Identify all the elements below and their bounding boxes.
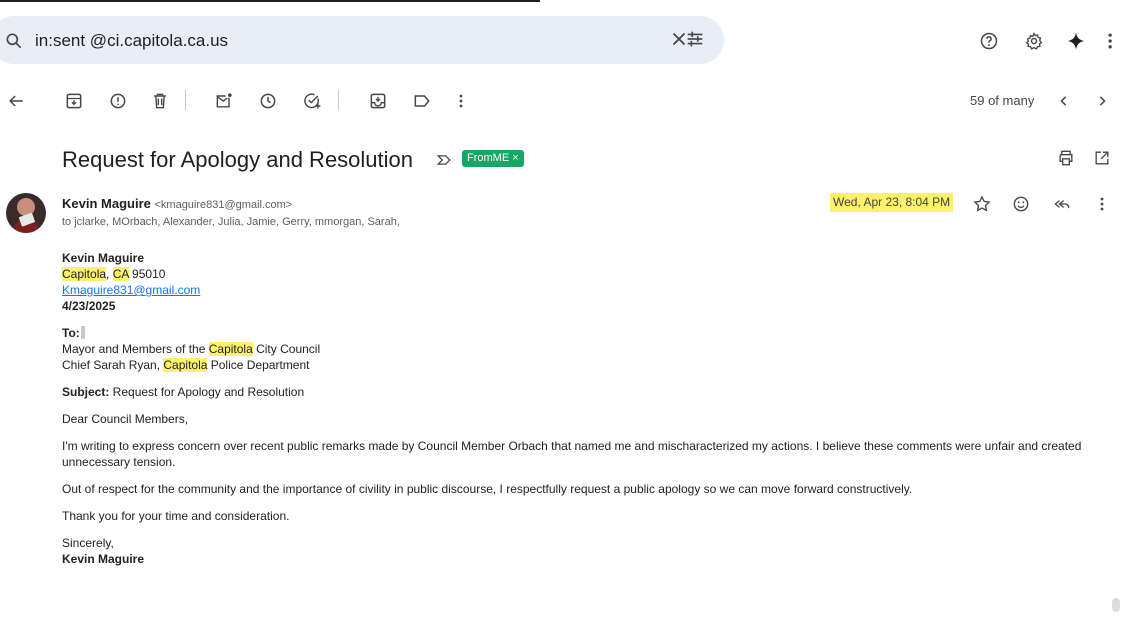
to-line1-a: Mayor and Members of the: [62, 342, 209, 356]
chevron-right-icon[interactable]: [1090, 89, 1114, 113]
emoji-reaction-icon[interactable]: [1009, 192, 1033, 216]
avatar[interactable]: [6, 193, 46, 233]
city-highlight: Capitola: [62, 267, 107, 281]
search-icon[interactable]: [4, 31, 24, 51]
move-to-icon[interactable]: [366, 89, 390, 113]
to-line2-a: Chief Sarah Ryan,: [62, 358, 164, 372]
to-line2-highlight: Capitola: [163, 358, 208, 372]
mark-unread-icon[interactable]: [212, 89, 236, 113]
apps-grid-icon[interactable]: [1104, 29, 1121, 53]
label-icon[interactable]: [410, 89, 434, 113]
gear-icon[interactable]: [1022, 29, 1046, 53]
print-icon[interactable]: [1054, 146, 1078, 170]
email-subject: Request for Apology and Resolution: [62, 147, 414, 172]
star-icon[interactable]: [970, 192, 994, 216]
state-highlight: CA: [112, 267, 129, 281]
toolbar-separator: [338, 90, 339, 110]
reply-all-icon[interactable]: [1050, 192, 1074, 216]
archive-icon[interactable]: [62, 89, 86, 113]
to-label: To:: [62, 326, 80, 340]
help-icon[interactable]: [977, 29, 1001, 53]
open-new-window-icon[interactable]: [1090, 146, 1114, 170]
sender-name: Kevin Maguire <kmaguire831@gmail.com>: [62, 196, 292, 211]
snooze-clock-icon[interactable]: [256, 89, 280, 113]
delete-icon[interactable]: [148, 89, 172, 113]
search-input[interactable]: in:sent @ci.capitola.ca.us: [35, 31, 228, 51]
chevron-left-icon[interactable]: [1052, 89, 1076, 113]
paragraph-3: Thank you for your time and consideratio…: [62, 509, 290, 523]
add-task-icon[interactable]: [300, 89, 324, 113]
sender-email: <kmaguire831@gmail.com>: [154, 199, 293, 211]
to-line1-b: City Council: [252, 342, 321, 356]
signature-name: Kevin Maguire: [62, 251, 145, 265]
email-link[interactable]: Kmaguire831@gmail.com: [62, 283, 200, 297]
text-cursor: [80, 326, 85, 339]
pager-count: 59 of many: [970, 93, 1035, 108]
label-chip-fromme[interactable]: FromME ×: [462, 150, 524, 167]
scrollbar-thumb[interactable]: [1112, 598, 1120, 612]
more-vertical-icon[interactable]: [1090, 192, 1114, 216]
paragraph-1: I'm writing to express concern over rece…: [62, 439, 1082, 469]
greeting: Dear Council Members,: [62, 412, 189, 426]
email-body: Kevin Maguire Capitola, CA 95010 Kmaguir…: [62, 250, 1102, 578]
recipients-line[interactable]: to jclarke, MOrbach, Alexander, Julia, J…: [62, 216, 400, 228]
report-spam-icon[interactable]: [106, 89, 130, 113]
back-arrow-icon[interactable]: [4, 89, 28, 113]
search-options-icon[interactable]: [684, 28, 708, 52]
to-line1-highlight: Capitola: [208, 342, 253, 356]
paragraph-2: Out of respect for the community and the…: [62, 482, 913, 496]
sender-name-text: Kevin Maguire: [62, 196, 151, 211]
toolbar-separator: [185, 90, 186, 110]
subject-label: Subject:: [62, 385, 110, 399]
letter-date: 4/23/2025: [62, 299, 116, 313]
gemini-sparkle-icon[interactable]: [1064, 29, 1088, 53]
city-separator: ,: [106, 267, 113, 281]
zip: 95010: [128, 267, 166, 281]
more-vertical-icon[interactable]: [449, 89, 473, 113]
closing-name: Kevin Maguire: [62, 552, 145, 566]
top-divider: [0, 0, 540, 2]
to-line2-b: Police Department: [207, 358, 310, 372]
closing: Sincerely,: [62, 536, 114, 550]
email-date: Wed, Apr 23, 8:04 PM: [830, 193, 954, 212]
importance-marker-icon[interactable]: [432, 148, 456, 172]
subject-value: Request for Apology and Resolution: [109, 385, 305, 399]
